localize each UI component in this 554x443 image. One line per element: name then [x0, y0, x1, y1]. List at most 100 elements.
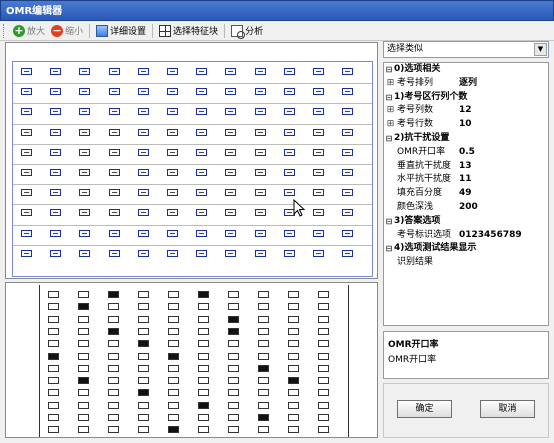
omr-bubble[interactable]: [21, 209, 32, 217]
property-row[interactable]: 颜色深浅 200: [384, 201, 548, 215]
zoom-out-button[interactable]: − 缩小: [48, 22, 86, 40]
chevron-down-icon[interactable]: ▼: [534, 43, 547, 56]
omr-bubble[interactable]: [167, 108, 178, 116]
omr-bubble[interactable]: [196, 88, 208, 96]
omr-bubble[interactable]: [21, 229, 32, 237]
omr-bubble[interactable]: [137, 169, 149, 176]
cancel-button[interactable]: 取消: [480, 400, 535, 418]
omr-bubble[interactable]: [108, 169, 120, 176]
omr-bubble[interactable]: [50, 108, 62, 116]
omr-bubble[interactable]: [21, 68, 32, 75]
omr-bubble[interactable]: [50, 229, 62, 237]
omr-bubble[interactable]: [196, 169, 208, 176]
omr-bubble[interactable]: [313, 169, 324, 176]
omr-bubble[interactable]: [167, 249, 178, 257]
omr-bubble[interactable]: [342, 108, 354, 116]
collapse-icon[interactable]: ⊟: [384, 63, 394, 77]
omr-bubble[interactable]: [137, 108, 149, 116]
omr-bubble[interactable]: [79, 148, 91, 156]
omr-bubble[interactable]: [21, 88, 32, 96]
omr-bubble[interactable]: [79, 249, 91, 257]
omr-bubble[interactable]: [167, 148, 178, 156]
collapse-icon[interactable]: ⊟: [384, 132, 394, 146]
omr-bubble[interactable]: [225, 209, 237, 217]
property-value[interactable]: 200: [457, 201, 548, 215]
omr-bubble[interactable]: [342, 128, 354, 136]
property-grid[interactable]: ⊟ 0)选项相关 ⊞ 考号排列 逐列 ⊟ 1)考号区行列个数 ⊞ 考号列数 12 ⊞ 考号行数 10 ⊟ 2…: [383, 62, 549, 326]
omr-bubble[interactable]: [225, 189, 237, 197]
omr-bubble[interactable]: [167, 189, 178, 197]
scan-preview-view[interactable]: [5, 282, 378, 438]
omr-bubble[interactable]: [79, 189, 91, 197]
omr-bubble[interactable]: [283, 229, 295, 237]
omr-bubble[interactable]: [225, 249, 237, 257]
property-value[interactable]: 0123456789: [457, 229, 548, 243]
omr-bubble[interactable]: [21, 108, 32, 116]
property-row[interactable]: 考号标识选项 0123456789: [384, 229, 548, 243]
omr-bubble[interactable]: [225, 229, 237, 237]
omr-bubble[interactable]: [21, 189, 32, 197]
omr-bubble[interactable]: [283, 88, 295, 96]
select-mode-dropdown[interactable]: 选择类似 ▼: [383, 41, 549, 58]
omr-bubble[interactable]: [225, 148, 237, 156]
omr-bubble[interactable]: [50, 128, 62, 136]
omr-bubble[interactable]: [283, 128, 295, 136]
omr-bubble[interactable]: [313, 88, 324, 96]
omr-bubble[interactable]: [313, 189, 324, 197]
omr-bubble[interactable]: [108, 229, 120, 237]
property-category[interactable]: ⊟ 4)选项测试结果显示: [384, 242, 548, 257]
property-row[interactable]: 识别结果: [384, 256, 548, 270]
omr-bubble[interactable]: [225, 128, 237, 136]
detail-settings-button[interactable]: 详细设置: [93, 22, 149, 40]
omr-bubble[interactable]: [196, 209, 208, 217]
omr-bubble[interactable]: [254, 68, 266, 75]
omr-bubble[interactable]: [137, 209, 149, 217]
omr-bubble[interactable]: [254, 249, 266, 257]
zoom-in-button[interactable]: + 放大: [10, 22, 48, 40]
select-feature-button[interactable]: 选择特征块: [156, 22, 221, 40]
property-value[interactable]: 10: [457, 118, 548, 132]
omr-bubble[interactable]: [196, 128, 208, 136]
expand-icon[interactable]: ⊞: [384, 118, 397, 132]
omr-bubble[interactable]: [137, 68, 149, 75]
omr-bubble[interactable]: [50, 88, 62, 96]
omr-bubble[interactable]: [313, 128, 324, 136]
omr-bubble[interactable]: [137, 249, 149, 257]
omr-bubble[interactable]: [225, 108, 237, 116]
property-category[interactable]: ⊟ 2)抗干扰设置: [384, 131, 548, 146]
omr-bubble[interactable]: [21, 128, 32, 136]
omr-bubble[interactable]: [137, 148, 149, 156]
omr-bubble[interactable]: [137, 128, 149, 136]
omr-bubble[interactable]: [342, 88, 354, 96]
omr-bubble[interactable]: [196, 189, 208, 197]
omr-bubble[interactable]: [167, 128, 178, 136]
omr-bubble[interactable]: [313, 209, 324, 217]
omr-bubble[interactable]: [196, 249, 208, 257]
omr-bubble[interactable]: [108, 108, 120, 116]
omr-bubble[interactable]: [79, 128, 91, 136]
omr-bubble[interactable]: [342, 169, 354, 176]
property-value[interactable]: 13: [457, 160, 548, 174]
omr-selection-view[interactable]: [5, 42, 378, 279]
omr-bubble[interactable]: [137, 189, 149, 197]
omr-bubble[interactable]: [50, 148, 62, 156]
omr-bubble[interactable]: [79, 229, 91, 237]
omr-bubble[interactable]: [342, 209, 354, 217]
omr-bubble[interactable]: [342, 249, 354, 257]
omr-bubble[interactable]: [137, 229, 149, 237]
analyze-button[interactable]: 分析: [228, 22, 266, 40]
omr-bubble[interactable]: [167, 169, 178, 176]
omr-bubble[interactable]: [50, 209, 62, 217]
omr-bubble[interactable]: [283, 68, 295, 75]
omr-bubble[interactable]: [50, 189, 62, 197]
expand-icon[interactable]: ⊞: [384, 77, 397, 91]
omr-bubble[interactable]: [137, 88, 149, 96]
omr-bubble[interactable]: [254, 169, 266, 176]
omr-bubble[interactable]: [79, 88, 91, 96]
omr-bubble[interactable]: [254, 229, 266, 237]
omr-bubble[interactable]: [225, 88, 237, 96]
omr-bubble[interactable]: [167, 229, 178, 237]
omr-bubble[interactable]: [283, 249, 295, 257]
collapse-icon[interactable]: ⊟: [384, 215, 394, 229]
collapse-icon[interactable]: ⊟: [384, 242, 394, 256]
